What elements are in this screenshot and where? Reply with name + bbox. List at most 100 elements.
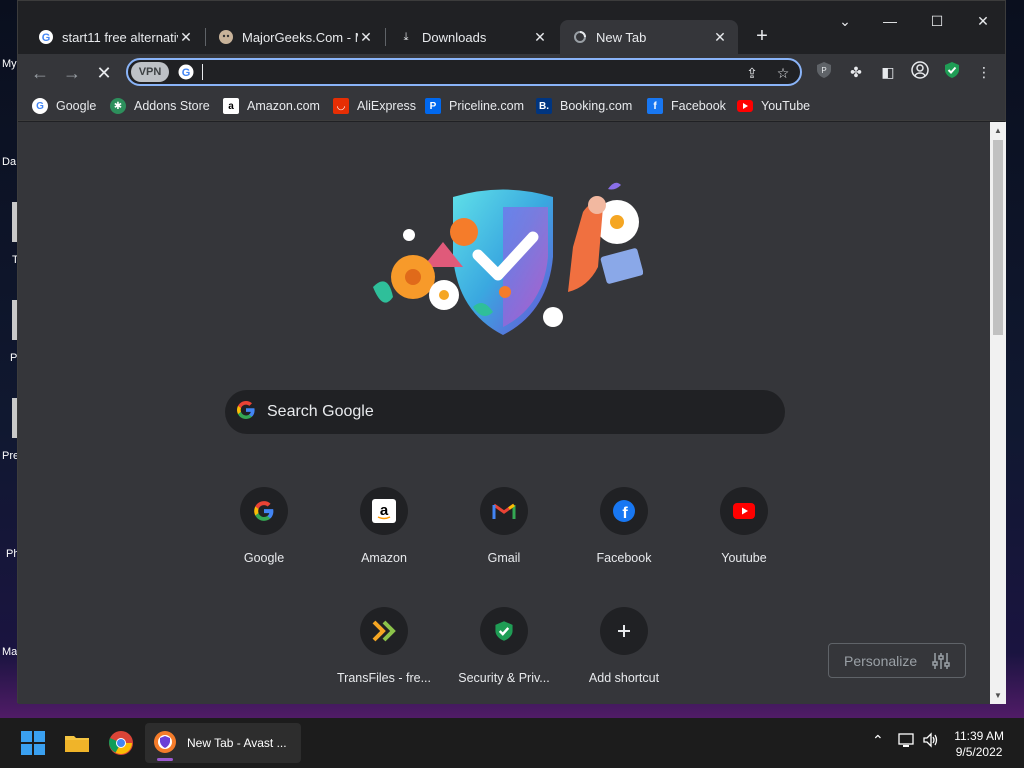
vpn-badge[interactable]: VPN: [131, 62, 169, 82]
security-shield-icon[interactable]: [941, 61, 963, 83]
close-tab-icon[interactable]: ✕: [178, 29, 194, 46]
text-cursor: [202, 64, 203, 80]
bookmark-label: Addons Store: [134, 99, 210, 113]
desktop-label: Ma: [2, 646, 18, 658]
google-icon: G: [38, 29, 54, 45]
shortcut-transfiles[interactable]: TransFiles - fre...: [328, 607, 440, 685]
shortcut-youtube[interactable]: Youtube: [688, 487, 800, 565]
download-icon: ⤓: [403, 30, 409, 43]
extensions-puzzle-icon[interactable]: ✤: [845, 61, 867, 83]
aliexpress-icon: ◡: [333, 98, 349, 114]
chevron-up-icon[interactable]: ⌃: [872, 732, 884, 749]
new-tab-page: Search Google Google a Amazon Gmail f Fa…: [18, 122, 990, 704]
bookmark-priceline[interactable]: P Priceline.com: [425, 96, 524, 116]
close-tab-icon[interactable]: ✕: [358, 29, 374, 46]
shortcut-label: Security & Priv...: [458, 671, 550, 685]
avast-shield-illustration: [373, 182, 643, 335]
forward-button[interactable]: →: [60, 61, 84, 85]
minimize-button[interactable]: —: [875, 13, 905, 39]
taskbar: New Tab - Avast ... ⌃ 11:39 AM 9/5/2022: [0, 718, 1024, 768]
transfiles-icon: [360, 607, 408, 655]
side-panel-icon[interactable]: ◧: [877, 61, 899, 83]
sliders-icon: [931, 651, 951, 671]
bookmark-amazon[interactable]: a Amazon.com: [223, 96, 320, 116]
amazon-icon: a: [223, 98, 239, 114]
google-icon: G: [178, 64, 194, 80]
youtube-icon: [737, 98, 753, 114]
bookmark-star-icon[interactable]: ☆: [773, 63, 793, 83]
shortcut-security-privacy[interactable]: Security & Priv...: [448, 607, 560, 685]
svg-text:G: G: [182, 67, 191, 79]
close-tab-icon[interactable]: ✕: [532, 29, 548, 46]
addons-icon: ✱: [110, 98, 126, 114]
facebook-icon: f: [647, 98, 663, 114]
google-icon: [235, 399, 257, 426]
google-icon: [240, 487, 288, 535]
tab-title: start11 free alternativ: [62, 29, 178, 45]
network-icon[interactable]: [898, 732, 916, 751]
share-icon[interactable]: ⇪: [742, 63, 762, 83]
google-search-box[interactable]: Search Google: [225, 390, 785, 434]
profile-icon[interactable]: [909, 61, 931, 83]
loading-icon: [572, 29, 588, 45]
maximize-button[interactable]: ☐: [922, 13, 952, 39]
scroll-down-arrow[interactable]: ▼: [990, 691, 1006, 700]
personalize-label: Personalize: [844, 652, 918, 669]
bookmark-addons-store[interactable]: ✱ Addons Store: [110, 96, 210, 116]
gmail-icon: [480, 487, 528, 535]
chrome-icon[interactable]: [108, 730, 134, 756]
bookmark-label: YouTube: [761, 99, 811, 113]
add-shortcut-button[interactable]: Add shortcut: [568, 607, 680, 685]
facebook-icon: f: [600, 487, 648, 535]
search-placeholder: Search Google: [267, 403, 374, 420]
bookmark-facebook[interactable]: f Facebook: [647, 96, 726, 116]
shortcut-label: Google: [243, 551, 285, 565]
svg-text:a: a: [380, 502, 389, 519]
bookmark-label: Priceline.com: [449, 99, 525, 113]
chevron-down-icon[interactable]: ⌄: [830, 13, 860, 39]
shortcut-label: Amazon: [361, 551, 407, 565]
shortcut-google[interactable]: Google: [208, 487, 320, 565]
booking-icon: B.: [536, 98, 552, 114]
personalize-button[interactable]: Personalize: [828, 643, 966, 678]
tab-title: New Tab: [596, 29, 647, 45]
back-button[interactable]: ←: [28, 61, 52, 85]
scrollbar-thumb[interactable]: [993, 140, 1003, 335]
shortcut-amazon[interactable]: a Amazon: [328, 487, 440, 565]
bookmark-google[interactable]: G Google: [32, 96, 96, 116]
shortcut-label: Youtube: [721, 551, 767, 565]
address-bar[interactable]: VPN G ⇪ ☆: [126, 58, 802, 86]
bookmarks-bar: G Google ✱ Addons Store a Amazon.com ◡ A…: [18, 91, 1005, 121]
desktop-label: My: [2, 58, 17, 70]
close-window-button[interactable]: ✕: [968, 13, 998, 39]
new-tab-button[interactable]: +: [750, 25, 774, 49]
shortcut-gmail[interactable]: Gmail: [448, 487, 560, 565]
youtube-icon: [720, 487, 768, 535]
file-explorer-icon[interactable]: [64, 730, 90, 756]
tab-downloads[interactable]: ⤓ Downloads ✕: [386, 20, 558, 54]
tab-majorgeeks[interactable]: MajorGeeks.Com - M ✕: [206, 20, 384, 54]
google-icon: G: [32, 98, 48, 114]
svg-text:G: G: [42, 32, 51, 44]
stop-loading-button[interactable]: ✕: [92, 61, 116, 85]
close-tab-icon[interactable]: ✕: [712, 29, 728, 46]
bookmark-aliexpress[interactable]: ◡ AliExpress: [333, 96, 416, 116]
volume-icon[interactable]: [922, 732, 940, 751]
menu-kebab-icon[interactable]: ⋮: [973, 61, 995, 83]
taskbar-app-title: New Tab - Avast ...: [187, 736, 287, 750]
clock-time: 11:39 AM: [954, 729, 1004, 743]
shortcut-label: Add shortcut: [588, 671, 660, 685]
privacy-extension-icon[interactable]: P: [813, 61, 835, 83]
clock-date: 9/5/2022: [955, 745, 1003, 759]
scroll-up-arrow[interactable]: ▲: [990, 126, 1006, 135]
bookmark-youtube[interactable]: YouTube: [737, 96, 810, 116]
tab-new-tab[interactable]: New Tab ✕: [560, 20, 738, 54]
taskbar-avast-browser[interactable]: New Tab - Avast ...: [145, 723, 301, 763]
system-clock[interactable]: 11:39 AM 9/5/2022: [954, 728, 1004, 760]
bookmark-booking[interactable]: B. Booking.com: [536, 96, 632, 116]
windows-start-icon[interactable]: [20, 730, 46, 756]
shortcut-label: TransFiles - fre...: [337, 671, 431, 685]
tab-start11[interactable]: G start11 free alternativ ✕: [26, 20, 204, 54]
vertical-scrollbar[interactable]: ▲ ▼: [990, 122, 1006, 704]
shortcut-facebook[interactable]: f Facebook: [568, 487, 680, 565]
